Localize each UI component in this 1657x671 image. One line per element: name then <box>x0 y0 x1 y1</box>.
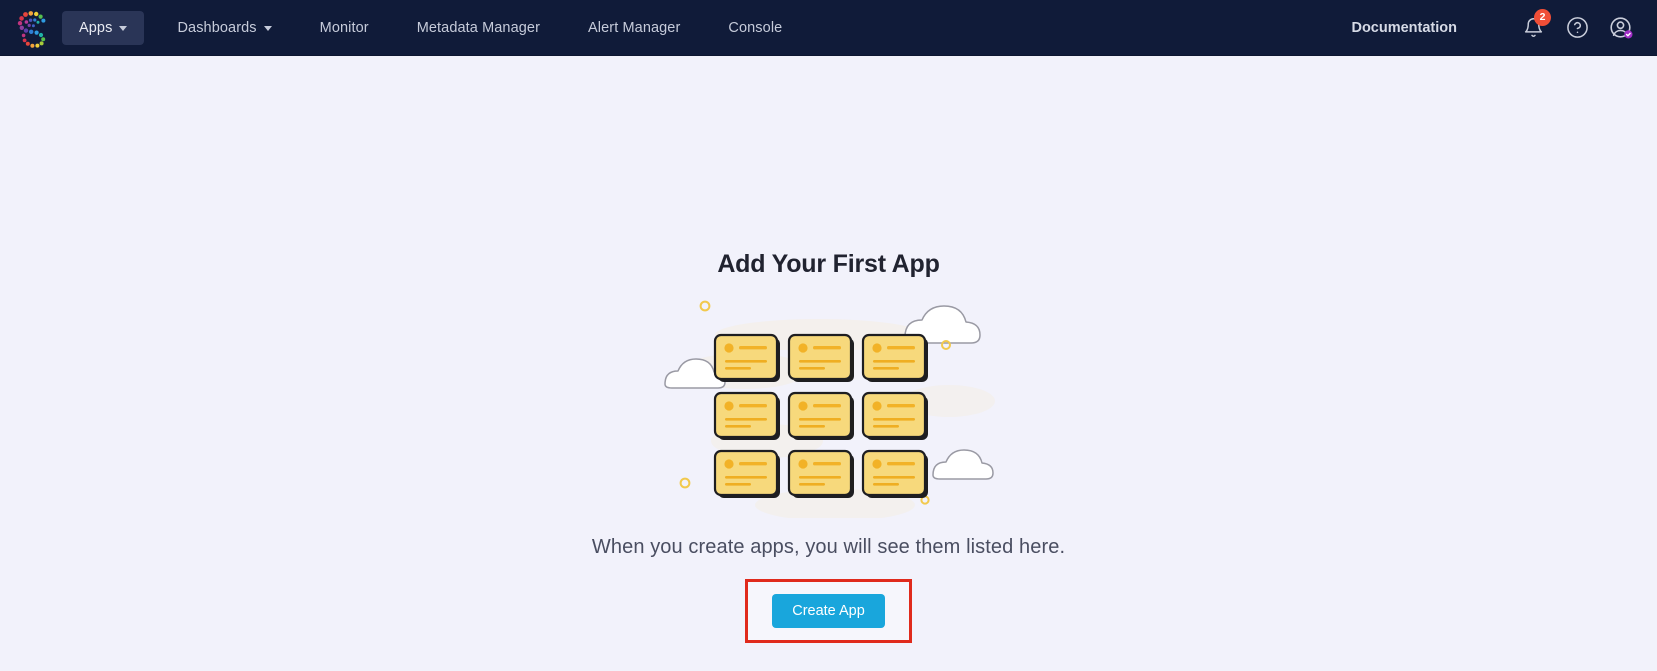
nav-item-console[interactable]: Console <box>711 11 799 45</box>
empty-apps-illustration <box>663 300 995 518</box>
nav-item-label: Alert Manager <box>588 19 681 36</box>
create-app-button[interactable]: Create App <box>772 594 885 628</box>
account-button[interactable] <box>1599 6 1643 50</box>
notification-badge: 2 <box>1534 8 1551 26</box>
chevron-down-icon <box>263 26 272 31</box>
datadog-logo[interactable] <box>12 6 56 50</box>
nav-item-dashboards[interactable]: Dashboards <box>160 11 288 45</box>
chevron-down-icon <box>119 26 128 31</box>
top-navigation-bar: Apps Dashboards Monitor Metadata Manager… <box>0 0 1657 56</box>
nav-item-alert-manager[interactable]: Alert Manager <box>571 11 697 45</box>
notifications-button[interactable]: 2 <box>1511 6 1555 50</box>
help-button[interactable] <box>1555 6 1599 50</box>
page-title: Add Your First App <box>717 250 940 278</box>
primary-nav: Apps Dashboards Monitor Metadata Manager… <box>62 0 799 56</box>
cloud-bottom-right <box>931 449 994 480</box>
user-account-icon <box>1610 16 1633 38</box>
nav-item-label: Monitor <box>319 19 369 36</box>
nav-item-monitor[interactable]: Monitor <box>303 11 386 45</box>
nav-item-label: Console <box>728 19 783 36</box>
nav-item-metadata-manager[interactable]: Metadata Manager <box>400 11 557 45</box>
main-content: Add Your First App When you create apps,… <box>0 56 1657 671</box>
nav-item-apps[interactable]: Apps <box>62 10 145 45</box>
create-app-highlight: Create App <box>745 579 912 643</box>
top-bar-actions: Documentation 2 <box>1351 6 1657 50</box>
nav-item-label: Apps <box>79 19 113 36</box>
app-card-grid <box>713 333 929 500</box>
empty-state-subtitle: When you create apps, you will see them … <box>591 536 1066 558</box>
nav-item-label: Metadata Manager <box>416 19 541 36</box>
nav-item-label: Dashboards <box>177 19 257 36</box>
documentation-link[interactable]: Documentation <box>1351 20 1457 36</box>
help-circle-icon <box>1566 17 1588 38</box>
